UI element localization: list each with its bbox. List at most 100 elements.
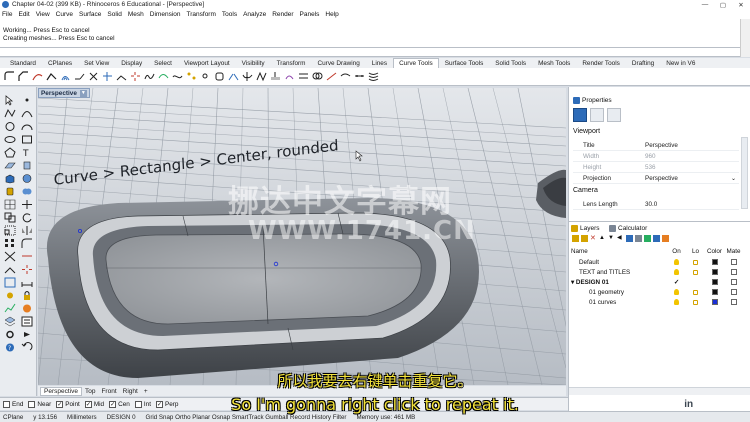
symmetry-icon[interactable] bbox=[242, 71, 253, 82]
layer-color-swatch[interactable] bbox=[711, 279, 718, 285]
select-objects-icon[interactable] bbox=[644, 235, 651, 242]
fillet-curves-icon[interactable] bbox=[4, 71, 15, 82]
layers-col-on[interactable]: On bbox=[667, 248, 686, 255]
minimize-button[interactable]: — bbox=[696, 1, 714, 9]
menu-analyze[interactable]: Analyze bbox=[243, 11, 266, 18]
layer-material-swatch[interactable] bbox=[730, 269, 737, 275]
analyze-icon[interactable] bbox=[4, 303, 16, 314]
match-curve-icon[interactable] bbox=[228, 71, 239, 82]
delete-layer-icon[interactable]: ✕ bbox=[590, 235, 597, 242]
edit-points-icon[interactable] bbox=[200, 71, 211, 82]
light-bulb-icon[interactable] bbox=[590, 108, 604, 122]
prop-lens-value[interactable]: 30.0 bbox=[645, 201, 739, 208]
tab-render-tools[interactable]: Render Tools bbox=[576, 58, 626, 68]
status-units[interactable]: Millimeters bbox=[67, 414, 97, 421]
options-icon[interactable] bbox=[4, 329, 16, 340]
connect-curves-icon[interactable] bbox=[46, 71, 57, 82]
command-history-scrollbar[interactable] bbox=[740, 19, 750, 57]
boolean-union-icon[interactable] bbox=[21, 186, 33, 197]
offset-curve-icon[interactable] bbox=[60, 71, 71, 82]
tab-lines[interactable]: Lines bbox=[366, 58, 393, 68]
helix-icon[interactable] bbox=[368, 71, 379, 82]
tab-select[interactable]: Select bbox=[148, 58, 178, 68]
layer-tools-icon[interactable] bbox=[635, 235, 642, 242]
project-icon[interactable] bbox=[270, 71, 281, 82]
rebuild-curve-icon[interactable] bbox=[144, 71, 155, 82]
render-icon[interactable] bbox=[21, 303, 33, 314]
curve-from-two-views-icon[interactable] bbox=[326, 71, 337, 82]
divide-icon[interactable] bbox=[354, 71, 365, 82]
help-tool-icon[interactable]: ? bbox=[4, 342, 16, 353]
lock-icon[interactable] bbox=[21, 290, 33, 301]
extrude-icon[interactable] bbox=[21, 160, 33, 171]
trim-tool-icon[interactable] bbox=[4, 251, 16, 262]
layers-col-lock[interactable]: Lo bbox=[686, 248, 705, 255]
menu-tools[interactable]: Tools bbox=[222, 11, 237, 18]
properties-scrollbar[interactable] bbox=[741, 137, 748, 209]
viewport-title-label[interactable]: Perspective ▼ bbox=[38, 88, 90, 98]
layer-color-swatch[interactable] bbox=[711, 269, 718, 275]
tab-display[interactable]: Display bbox=[115, 58, 148, 68]
layer-color-swatch[interactable] bbox=[711, 259, 718, 265]
expand-tools-icon[interactable] bbox=[21, 329, 33, 340]
layer-row-01-geometry[interactable]: 01 geometry bbox=[571, 287, 749, 297]
tray-floor[interactable] bbox=[105, 233, 422, 325]
menu-render[interactable]: Render bbox=[272, 11, 293, 18]
layer-material-swatch[interactable] bbox=[730, 259, 737, 265]
tab-cplanes[interactable]: CPlanes bbox=[42, 58, 78, 68]
join-icon[interactable] bbox=[116, 71, 127, 82]
curve-boolean-icon[interactable] bbox=[312, 71, 323, 82]
tab-layers[interactable]: Layers bbox=[571, 223, 600, 233]
blend-curves-icon[interactable] bbox=[32, 71, 43, 82]
layer-lock-icon[interactable] bbox=[693, 289, 698, 295]
new-sublayer-icon[interactable] bbox=[581, 235, 588, 242]
layer-color-swatch[interactable] bbox=[711, 299, 718, 305]
viewport-menu-chevron-icon[interactable]: ▼ bbox=[79, 89, 87, 97]
split-tool-icon[interactable] bbox=[21, 251, 33, 262]
tab-mesh-tools[interactable]: Mesh Tools bbox=[532, 58, 576, 68]
rotate-icon[interactable] bbox=[21, 212, 33, 223]
menu-panels[interactable]: Panels bbox=[300, 11, 320, 18]
cylinder-icon[interactable] bbox=[4, 186, 16, 197]
hide-icon[interactable] bbox=[4, 290, 16, 301]
menu-transform[interactable]: Transform bbox=[187, 11, 216, 18]
layer-name[interactable]: 01 curves bbox=[571, 299, 667, 306]
layer-visible-icon[interactable] bbox=[674, 269, 679, 275]
layer-icon[interactable] bbox=[4, 316, 16, 327]
close-button[interactable]: ✕ bbox=[732, 1, 750, 9]
layer-states-icon[interactable] bbox=[653, 235, 660, 242]
layer-name[interactable]: TEXT and TITLES bbox=[571, 269, 667, 276]
layer-row-01-curves[interactable]: 01 curves bbox=[571, 297, 749, 307]
layer-name[interactable]: ▾ DESIGN 01 bbox=[571, 279, 667, 286]
layers-col-material[interactable]: Mate bbox=[724, 248, 743, 255]
menu-view[interactable]: View bbox=[36, 11, 50, 18]
move-down-icon[interactable]: ▼ bbox=[608, 235, 615, 242]
sphere-icon[interactable] bbox=[21, 173, 33, 184]
layer-visible-icon[interactable] bbox=[674, 299, 679, 305]
layer-row-default[interactable]: Default bbox=[571, 257, 749, 267]
move-out-icon[interactable]: ◀ bbox=[617, 235, 624, 242]
chamfer-curves-icon[interactable] bbox=[18, 71, 29, 82]
move-up-icon[interactable]: ▲ bbox=[599, 235, 606, 242]
perspective-viewport[interactable]: Curve > Rectangle > Center, rounded Pers… bbox=[38, 88, 566, 385]
command-prompt-input[interactable] bbox=[0, 48, 740, 57]
curve-icon[interactable] bbox=[21, 108, 33, 119]
texture-map-icon[interactable] bbox=[607, 108, 621, 122]
prop-row-projection[interactable]: Projection Perspective ⌄ bbox=[573, 173, 739, 184]
fit-curve-icon[interactable] bbox=[158, 71, 169, 82]
projection-dropdown-chevron-icon[interactable]: ⌄ bbox=[731, 175, 736, 182]
tab-properties[interactable]: Properties bbox=[573, 95, 612, 105]
undo-icon[interactable] bbox=[21, 342, 33, 353]
new-layer-icon[interactable] bbox=[572, 235, 579, 242]
trim-icon[interactable] bbox=[88, 71, 99, 82]
tab-surface-tools[interactable]: Surface Tools bbox=[439, 58, 490, 68]
menu-surface[interactable]: Surface bbox=[79, 11, 101, 18]
menu-curve[interactable]: Curve bbox=[56, 11, 73, 18]
prop-title-value[interactable]: Perspective bbox=[645, 142, 739, 149]
control-points-icon[interactable] bbox=[186, 71, 197, 82]
layer-lock-icon[interactable] bbox=[693, 299, 698, 305]
point-icon[interactable] bbox=[21, 95, 33, 106]
select-icon[interactable] bbox=[4, 95, 16, 106]
tab-curve-drawing[interactable]: Curve Drawing bbox=[312, 58, 366, 68]
layers-col-color[interactable]: Color bbox=[705, 248, 724, 255]
